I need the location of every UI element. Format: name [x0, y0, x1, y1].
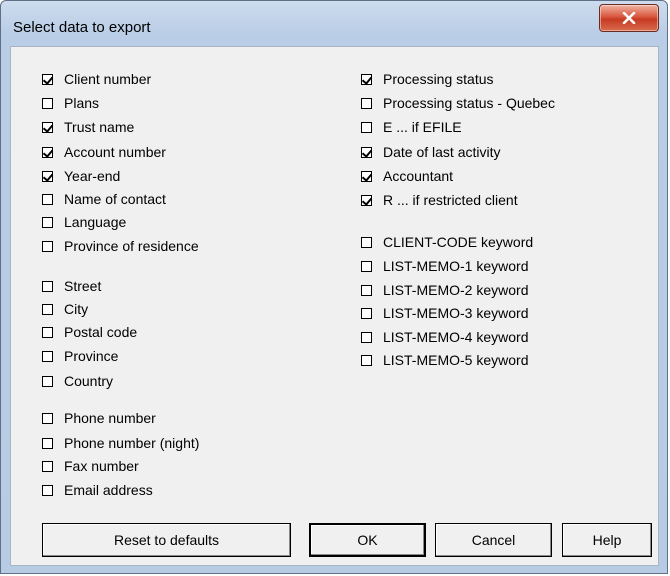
- checkbox-label: Postal code: [64, 324, 138, 340]
- checkbox-label: City: [64, 301, 89, 317]
- checkbox-date-of-last-activity[interactable]: Date of last activity: [361, 142, 501, 162]
- checkbox-label: Trust name: [64, 119, 135, 135]
- checkbox-box[interactable]: [42, 121, 53, 133]
- checkbox-label: Processing status - Quebec: [383, 95, 555, 111]
- checkbox-box[interactable]: [361, 260, 372, 272]
- checkbox-box[interactable]: [42, 326, 53, 338]
- checkbox-label: CLIENT-CODE keyword: [383, 234, 534, 250]
- checkbox-processing-status[interactable]: Processing status: [361, 69, 494, 89]
- checkbox-box[interactable]: [361, 236, 372, 248]
- checkbox-box[interactable]: [361, 97, 372, 109]
- checkbox-box[interactable]: [42, 193, 53, 205]
- checkbox-plans[interactable]: Plans: [42, 93, 99, 113]
- checkbox-client-code-keyword[interactable]: CLIENT-CODE keyword: [361, 232, 533, 252]
- checkbox-label: Account number: [64, 144, 166, 160]
- checkbox-box[interactable]: [42, 437, 53, 449]
- reset-to-defaults-button[interactable]: Reset to defaults: [42, 523, 291, 557]
- checkbox-accountant[interactable]: Accountant: [361, 166, 453, 186]
- checkbox-street[interactable]: Street: [42, 276, 101, 296]
- checkbox-label: Country: [64, 373, 114, 389]
- checkbox-e-if-efile[interactable]: E ... if EFILE: [361, 117, 462, 137]
- checkbox-list-memo-1-keyword[interactable]: LIST-MEMO-1 keyword: [361, 256, 528, 276]
- checkbox-province[interactable]: Province: [42, 346, 118, 366]
- checkbox-box[interactable]: [42, 350, 53, 362]
- checkbox-label: Accountant: [383, 168, 454, 184]
- checkbox-trust-name[interactable]: Trust name: [42, 117, 134, 137]
- dialog-window: Select data to export Client number Plans…: [0, 0, 668, 574]
- checkbox-label: Name of contact: [64, 191, 166, 207]
- checkbox-label: Province of residence: [64, 238, 199, 254]
- checkbox-box[interactable]: [361, 307, 372, 319]
- checkbox-label: Fax number: [64, 458, 139, 474]
- checkbox-account-number[interactable]: Account number: [42, 142, 166, 162]
- checkbox-label: LIST-MEMO-2 keyword: [383, 282, 529, 298]
- close-icon: [622, 12, 636, 24]
- checkbox-label: Client number: [64, 71, 152, 87]
- checkbox-box[interactable]: [361, 194, 372, 206]
- checkbox-year-end[interactable]: Year-end: [42, 166, 120, 186]
- checkbox-label: LIST-MEMO-1 keyword: [383, 258, 529, 274]
- checkbox-city[interactable]: City: [42, 299, 88, 319]
- checkbox-list-memo-2-keyword[interactable]: LIST-MEMO-2 keyword: [361, 280, 528, 300]
- checkbox-box[interactable]: [42, 460, 53, 472]
- checkbox-postal-code[interactable]: Postal code: [42, 322, 137, 342]
- checkbox-phone-number-night[interactable]: Phone number (night): [42, 433, 199, 453]
- checkbox-box[interactable]: [42, 216, 53, 228]
- checkbox-list-memo-5-keyword[interactable]: LIST-MEMO-5 keyword: [361, 350, 528, 370]
- checkbox-box[interactable]: [361, 146, 372, 158]
- ok-button[interactable]: OK: [309, 523, 426, 557]
- checkbox-list-memo-4-keyword[interactable]: LIST-MEMO-4 keyword: [361, 327, 528, 347]
- checkbox-label: Email address: [64, 482, 153, 498]
- dialog-title: Select data to export: [13, 19, 151, 36]
- checkbox-box[interactable]: [361, 170, 372, 182]
- dialog-body: Client number Plans Trust name Account numb…: [10, 46, 659, 566]
- checkbox-label: LIST-MEMO-4 keyword: [383, 329, 529, 345]
- checkbox-box[interactable]: [42, 280, 53, 292]
- checkbox-box[interactable]: [42, 412, 53, 424]
- checkbox-country[interactable]: Country: [42, 371, 113, 391]
- cancel-button[interactable]: Cancel: [435, 523, 552, 557]
- checkbox-fax-number[interactable]: Fax number: [42, 456, 139, 476]
- checkbox-box[interactable]: [361, 354, 372, 366]
- checkbox-label: Phone number (night): [64, 435, 200, 451]
- checkbox-box[interactable]: [42, 240, 53, 252]
- checkbox-box[interactable]: [42, 303, 53, 315]
- checkbox-label: R ... if restricted client: [383, 192, 518, 208]
- checkbox-label: Processing status: [383, 71, 494, 87]
- checkbox-province-of-residence[interactable]: Province of residence: [42, 236, 199, 256]
- checkbox-email-address[interactable]: Email address: [42, 480, 153, 500]
- checkbox-box[interactable]: [361, 331, 372, 343]
- checkbox-box[interactable]: [42, 484, 53, 496]
- checkbox-label: LIST-MEMO-5 keyword: [383, 352, 529, 368]
- checkbox-box[interactable]: [361, 284, 372, 296]
- checkbox-language[interactable]: Language: [42, 212, 126, 232]
- close-button[interactable]: [599, 4, 659, 32]
- checkbox-phone-number[interactable]: Phone number: [42, 408, 156, 428]
- checkbox-label: Plans: [64, 95, 100, 111]
- checkbox-label: Province: [64, 348, 119, 364]
- checkbox-name-of-contact[interactable]: Name of contact: [42, 189, 166, 209]
- checkbox-list-memo-3-keyword[interactable]: LIST-MEMO-3 keyword: [361, 303, 528, 323]
- checkbox-label: Year-end: [64, 168, 121, 184]
- checkbox-box[interactable]: [42, 375, 53, 387]
- checkbox-box[interactable]: [42, 97, 53, 109]
- checkbox-box[interactable]: [42, 73, 53, 85]
- checkbox-label: E ... if EFILE: [383, 119, 462, 135]
- checkbox-box[interactable]: [361, 73, 372, 85]
- help-button[interactable]: Help: [562, 523, 652, 557]
- checkbox-label: Date of last activity: [383, 144, 501, 160]
- checkbox-label: LIST-MEMO-3 keyword: [383, 305, 529, 321]
- checkbox-box[interactable]: [42, 170, 53, 182]
- checkbox-box[interactable]: [361, 121, 372, 133]
- checkbox-label: Language: [64, 214, 127, 230]
- checkbox-client-number[interactable]: Client number: [42, 69, 151, 89]
- checkbox-label: Phone number: [64, 410, 156, 426]
- checkbox-label: Street: [64, 278, 102, 294]
- checkbox-r-if-restricted-client[interactable]: R ... if restricted client: [361, 190, 518, 210]
- checkbox-processing-status-quebec[interactable]: Processing status - Quebec: [361, 93, 555, 113]
- checkbox-box[interactable]: [42, 146, 53, 158]
